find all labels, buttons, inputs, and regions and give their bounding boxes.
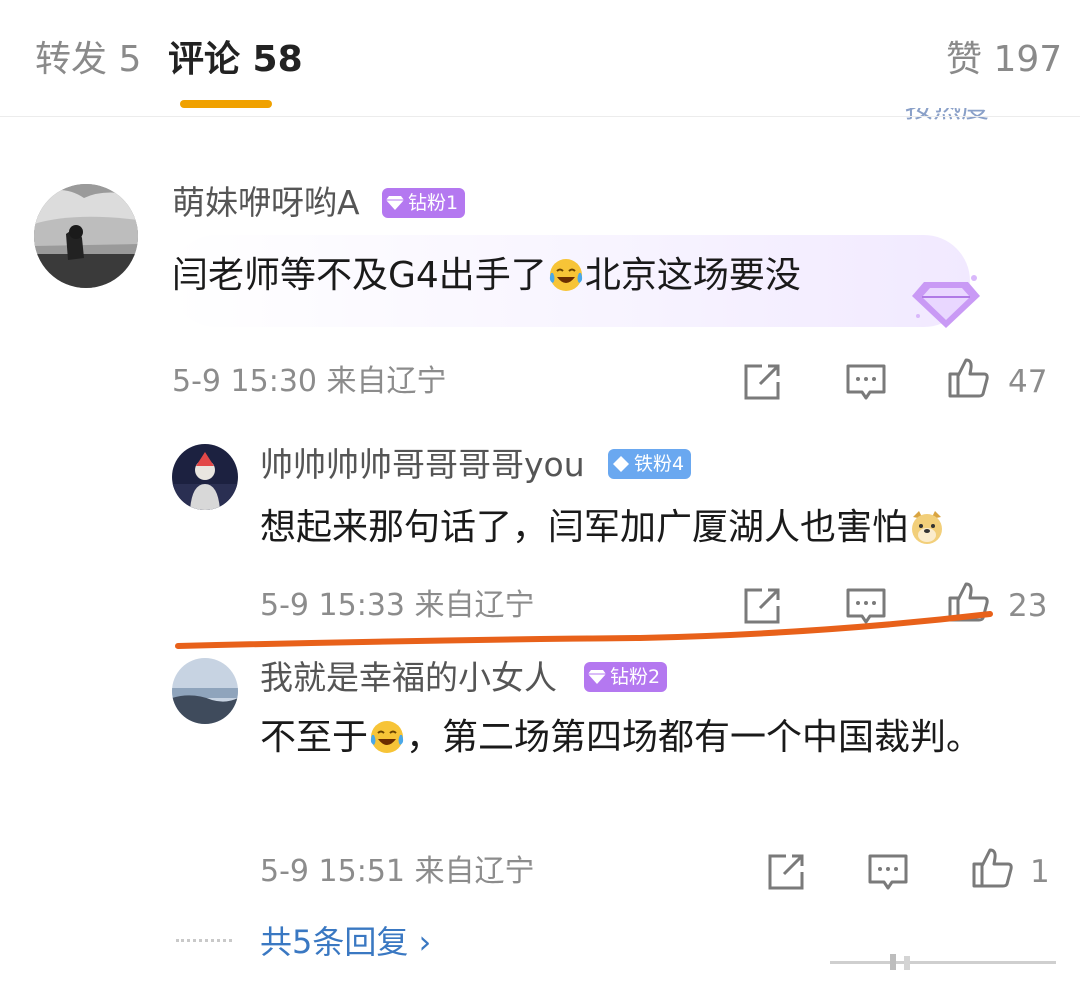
avatar[interactable]: [34, 184, 138, 288]
diamond-icon: [588, 670, 606, 684]
comment-text: 闫老师等不及G4出手了 北京这场要没: [172, 255, 801, 296]
like-icon[interactable]: [946, 580, 990, 624]
badge-label: 铁粉4: [634, 453, 685, 475]
active-tab-indicator: [180, 100, 272, 108]
avatar-image: [34, 184, 138, 288]
comment-username[interactable]: 萌妹咿呀哟A: [172, 183, 360, 223]
tab-reposts[interactable]: 转发 5: [35, 38, 141, 82]
badge-label: 钻粉1: [408, 192, 459, 214]
like-icon[interactable]: [946, 356, 990, 400]
comment-timestamp-location: 5-9 15:30 来自辽宁: [172, 364, 447, 399]
dotted-separator: [176, 939, 232, 942]
like-icon[interactable]: [970, 846, 1014, 890]
avatar-image: [172, 444, 238, 510]
share-icon[interactable]: [740, 360, 784, 404]
sort-toggle[interactable]: 按热度: [905, 108, 1045, 120]
share-icon[interactable]: [740, 584, 784, 628]
laugh-cry-emoji: [549, 259, 582, 291]
avatar-image: [172, 658, 238, 724]
badge-label: 钻粉2: [610, 666, 661, 688]
comment-timestamp-location: 5-9 15:51 来自辽宁: [260, 854, 535, 889]
home-indicator: [830, 954, 1056, 970]
fan-badge[interactable]: 钻粉2: [584, 662, 668, 692]
diamond-icon: [386, 196, 404, 210]
divider: [0, 116, 1080, 117]
reply-icon[interactable]: [866, 850, 910, 894]
comment-username[interactable]: 帅帅帅帅哥哥哥哥you: [260, 445, 585, 485]
more-replies-link[interactable]: 共5条回复 ›: [260, 920, 431, 964]
like-count: 1: [1030, 854, 1050, 890]
share-icon[interactable]: [764, 850, 808, 894]
avatar[interactable]: [172, 658, 238, 724]
diamond-icon: [613, 456, 629, 472]
avatar[interactable]: [172, 444, 238, 510]
fan-badge[interactable]: 钻粉1: [382, 188, 466, 218]
like-count: 47: [1008, 364, 1048, 400]
like-count: 23: [1008, 588, 1048, 624]
reply-icon[interactable]: [844, 584, 888, 628]
diamond-fan-icon: [912, 275, 980, 328]
laugh-cry-emoji: [370, 721, 404, 753]
doge-emoji: [912, 511, 943, 544]
comment-username[interactable]: 我就是幸福的小女人: [260, 658, 557, 698]
comment-text: 想起来那句话了，闫军加广厦湖人也害怕: [260, 497, 946, 559]
comment-timestamp-location: 5-9 15:33 来自辽宁: [260, 588, 535, 623]
reply-icon[interactable]: [844, 360, 888, 404]
comment-text: 不至于 ，第二场第四场都有一个中国裁判。: [260, 717, 983, 758]
tab-comments[interactable]: 评论 58: [168, 38, 303, 82]
fan-badge[interactable]: 铁粉4: [608, 449, 692, 479]
tab-likes[interactable]: 赞 197: [946, 38, 1062, 82]
